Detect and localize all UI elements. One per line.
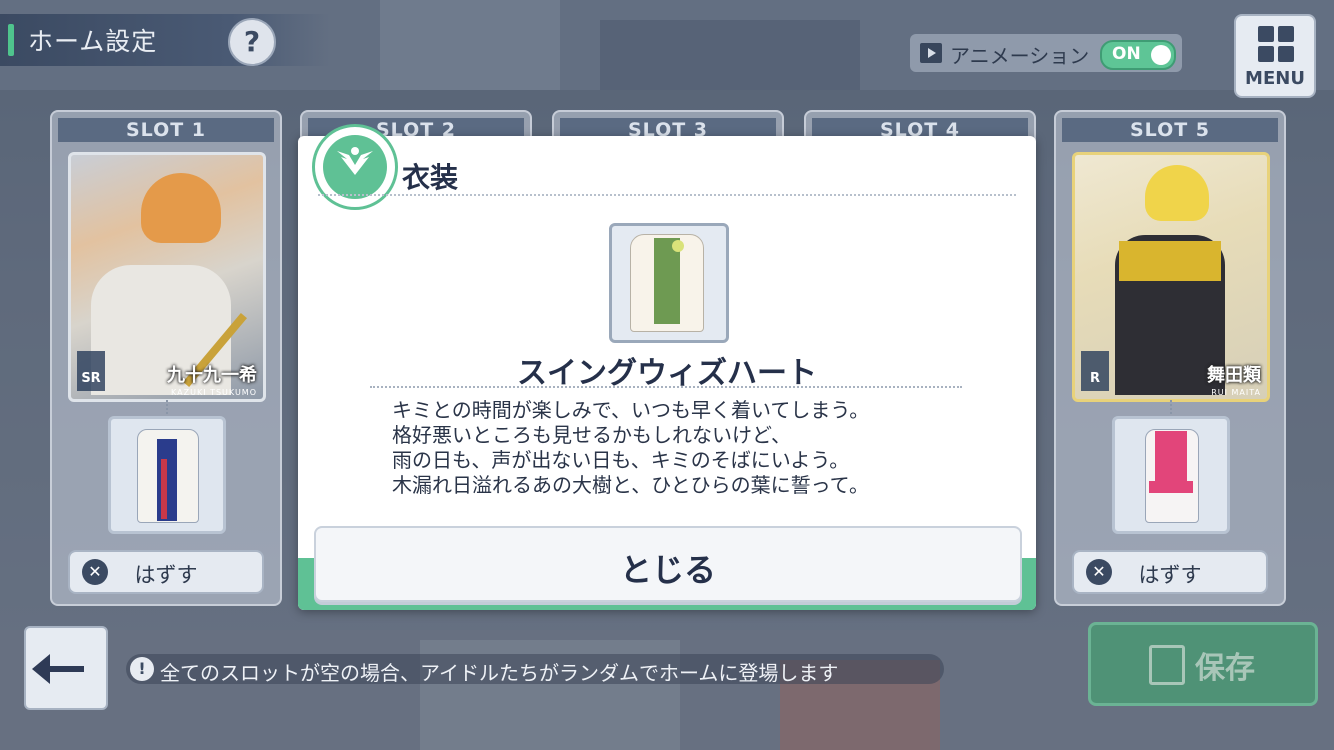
wings-icon [337,147,373,175]
animation-label: アニメーション [950,44,1090,68]
connector-line [166,400,168,414]
costume-description: キミとの時間が楽しみで、いつも早く着いてしまう。 格好悪いところも見せるかもしれ… [392,398,972,498]
costume-accent [1155,431,1187,481]
close-button[interactable]: とじる [314,526,1022,602]
menu-label: MENU [1245,68,1305,89]
save-button[interactable]: 保存 [1088,622,1318,706]
switch-state: ON [1112,44,1141,64]
rarity-badge: R [1081,351,1109,391]
info-icon: ! [130,657,154,681]
description-line: キミとの時間が楽しみで、いつも早く着いてしまう。 [392,398,870,422]
wing-emblem-icon [312,124,398,210]
idol-name-romaji: RUI MAITA [1211,388,1261,397]
costume-thumbnail[interactable] [108,416,226,534]
close-label: とじる [619,551,716,589]
description-line: 雨の日も、声が出ない日も、キミのそばにいよう。 [392,448,850,472]
costume-belt [1149,481,1193,493]
grid-icon [1258,26,1294,62]
costume-preview [609,223,729,343]
idol-name: 舞田類 [1207,365,1261,386]
remove-button[interactable]: ✕ はずす [68,550,264,594]
costume-flower [672,240,684,252]
rarity-badge: SR [77,351,105,391]
costume-thumbnail[interactable] [1112,416,1230,534]
idol-outfit-accent [1119,241,1221,281]
remove-button[interactable]: ✕ はずす [1072,550,1268,594]
costume-modal: 衣装 スイングウィズハート キミとの時間が楽しみで、いつも早く着いてしまう。 格… [298,124,1036,610]
description-line: 木漏れ日溢れるあの大樹と、ひとひらの葉に誓って。 [392,473,869,497]
edit-icon [1149,645,1185,685]
remove-label: はずす [1138,563,1202,587]
idol-name: 九十九一希 [167,365,257,386]
notice-banner: ! 全てのスロットが空の場合、アイドルたちがランダムでホームに登場します [126,654,944,685]
idol-card[interactable]: R 舞田類 RUI MAITA [1072,152,1270,402]
idol-hair [1145,165,1209,221]
connector-line [1170,400,1172,414]
idol-card[interactable]: SR 九十九一希 KAZUKI TSUKUMO [68,152,266,402]
slot-1: SLOT 1 SR 九十九一希 KAZUKI TSUKUMO ✕ はずす [50,110,282,606]
page-title: ホーム設定 [28,27,158,56]
modal-title: 衣装 [402,161,459,194]
costume-tie [161,459,167,519]
screen-header: ホーム設定 [0,14,330,66]
animation-switch[interactable]: ON [1100,40,1176,70]
notice-text: 全てのスロットが空の場合、アイドルたちがランダムでホームに登場します [160,661,839,685]
switch-knob [1151,45,1171,65]
menu-button[interactable]: MENU [1234,14,1316,98]
arrow-left-icon [32,654,84,684]
film-icon [920,43,942,63]
slot-label: SLOT 1 [58,118,274,142]
idol-hair [141,173,221,243]
costume-stripe [157,439,177,521]
remove-label: はずす [134,563,198,587]
help-button[interactable]: ? [228,18,276,66]
description-line: 格好悪いところも見せるかもしれないけど、 [392,423,791,447]
slot-5: SLOT 5 R 舞田類 RUI MAITA ✕ はずす [1054,110,1286,606]
idol-name-romaji: KAZUKI TSUKUMO [171,388,257,397]
save-label: 保存 [1195,651,1255,686]
back-button[interactable] [24,626,108,710]
slot-label: SLOT 5 [1062,118,1278,142]
title-divider [318,194,1016,196]
header-accent-bar [8,24,14,56]
name-divider [370,386,962,388]
animation-toggle[interactable]: アニメーション ON [910,34,1182,72]
